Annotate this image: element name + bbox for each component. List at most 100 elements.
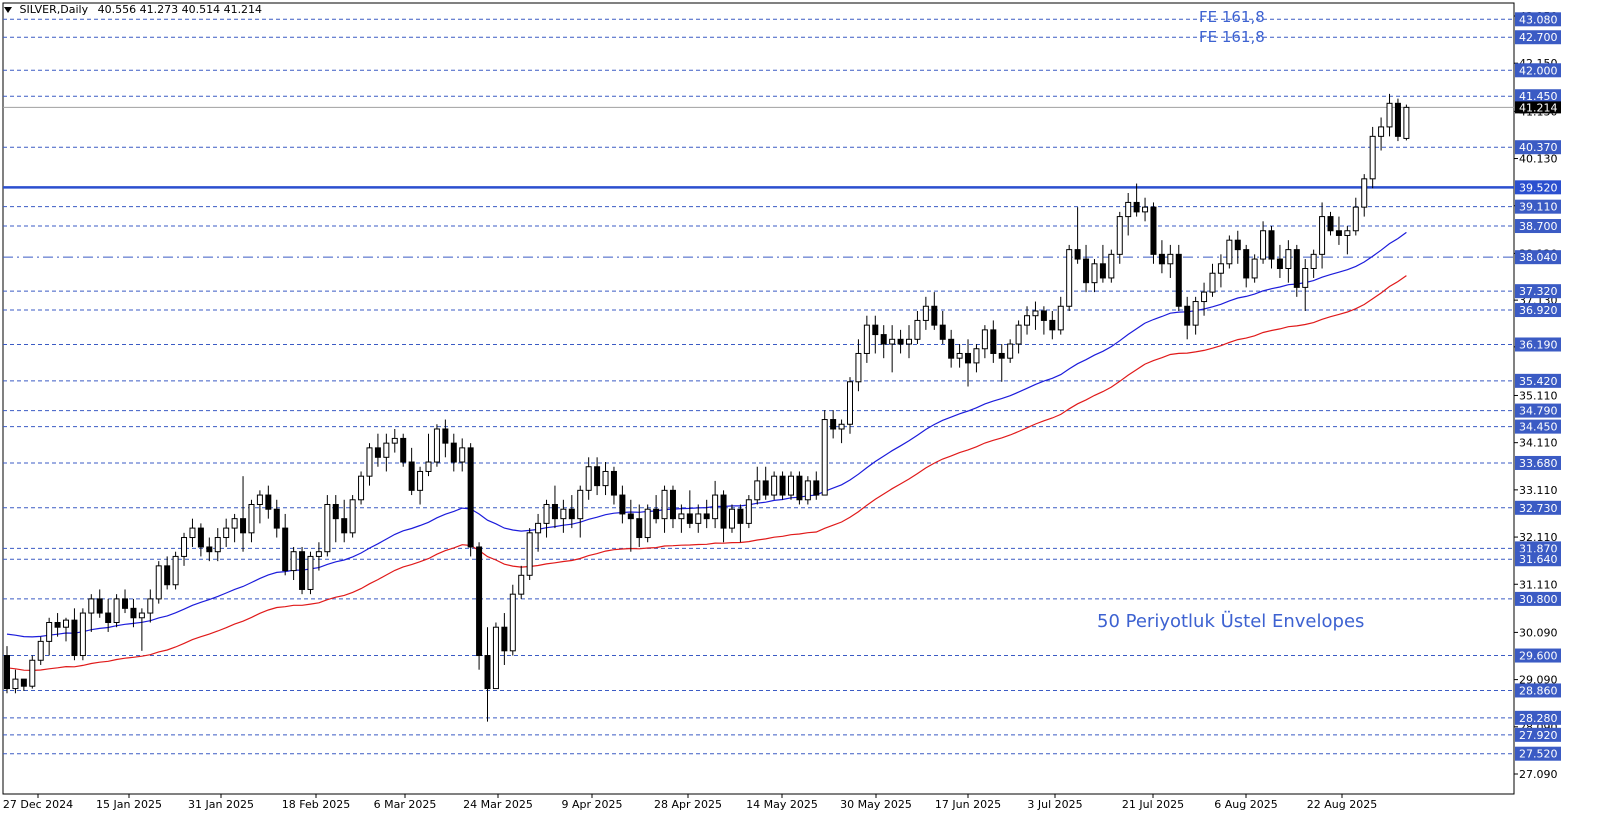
candle[interactable] — [804, 476, 811, 505]
candle-body — [433, 428, 440, 463]
y-tick-label: 33.110 — [1519, 484, 1558, 497]
candle[interactable] — [779, 471, 786, 500]
candle-body — [1260, 230, 1267, 260]
candle[interactable] — [172, 551, 179, 590]
candle[interactable] — [1108, 249, 1115, 283]
candle[interactable] — [307, 551, 314, 595]
candle-body — [315, 551, 322, 557]
candle-body — [105, 612, 112, 623]
candle-body — [29, 659, 36, 687]
candle-body — [282, 527, 289, 572]
candle-body — [509, 593, 516, 652]
candle[interactable] — [155, 561, 162, 604]
level-price-label: 29.600 — [1519, 650, 1558, 663]
candle-body — [417, 470, 424, 491]
candle[interactable] — [1226, 235, 1233, 269]
level-price-label: 40.370 — [1519, 141, 1558, 154]
candle-body — [1386, 102, 1393, 128]
x-tick-label: 28 Apr 2025 — [654, 798, 722, 811]
candle-body — [653, 508, 660, 520]
candle[interactable] — [1394, 98, 1401, 142]
candle[interactable] — [433, 424, 440, 467]
candle-body — [535, 522, 542, 534]
candle[interactable] — [467, 443, 474, 557]
level-price-label: 35.420 — [1519, 375, 1558, 388]
candle[interactable] — [787, 471, 794, 500]
candle-body — [779, 475, 786, 496]
candle[interactable] — [1175, 244, 1182, 311]
candle-body — [897, 338, 904, 345]
candle-body — [568, 508, 575, 520]
candle[interactable] — [796, 471, 803, 505]
candle-body — [37, 640, 44, 661]
candle-body — [240, 518, 247, 534]
candle-body — [12, 678, 19, 690]
candle-body — [223, 527, 230, 539]
candle-body — [1091, 263, 1098, 284]
candle[interactable] — [113, 594, 120, 628]
candle[interactable] — [1251, 254, 1258, 283]
chart-root: 43.15042.15041.13040.13039.13038.12037.1… — [0, 0, 1614, 840]
candle-body — [450, 442, 457, 463]
candle-body — [442, 428, 449, 444]
y-tick-label: 31.110 — [1519, 578, 1558, 591]
candle[interactable] — [299, 546, 306, 595]
candle-body — [686, 513, 693, 524]
candle-body — [543, 503, 550, 524]
candle-body — [1268, 230, 1275, 260]
candle-body — [813, 480, 820, 496]
candle-body — [501, 626, 508, 652]
x-tick-label: 30 May 2025 — [840, 798, 912, 811]
level-price-label: 31.640 — [1519, 553, 1558, 566]
y-tick-label: 40.130 — [1519, 153, 1558, 166]
x-tick-label: 3 Jul 2025 — [1027, 798, 1082, 811]
candle-body — [636, 518, 643, 539]
candle-body — [1007, 343, 1014, 359]
candle[interactable] — [37, 636, 44, 665]
candle[interactable] — [29, 655, 36, 689]
candle[interactable] — [476, 542, 483, 670]
candle-body — [796, 475, 803, 501]
candle-body — [1158, 253, 1165, 265]
candle-body — [164, 565, 171, 586]
candle[interactable] — [1066, 244, 1073, 311]
candle-body — [863, 324, 870, 354]
x-tick-label: 18 Feb 2025 — [282, 798, 350, 811]
candle[interactable] — [492, 622, 499, 690]
candle-body — [1234, 239, 1241, 251]
candlestick-chart[interactable]: 43.15042.15041.13040.13039.13038.12037.1… — [0, 0, 1614, 840]
candle-body — [307, 555, 314, 590]
candle-body — [804, 480, 811, 501]
candle[interactable] — [1150, 202, 1157, 264]
candle[interactable] — [400, 433, 407, 467]
price-axis[interactable]: 43.15042.15041.13040.13039.13038.12037.1… — [1514, 10, 1561, 781]
candle-body — [518, 574, 525, 595]
level-price-label: 43.080 — [1519, 13, 1558, 26]
candle-body — [299, 551, 306, 590]
candle-body — [1066, 249, 1073, 307]
candle[interactable] — [526, 528, 533, 581]
candle-body — [71, 619, 78, 657]
candle[interactable] — [358, 471, 365, 505]
candle[interactable] — [745, 495, 752, 529]
candle[interactable] — [79, 608, 86, 661]
time-axis[interactable]: 27 Dec 2024 15 Jan 2025 31 Jan 2025 18 Feb … — [3, 794, 1377, 811]
candle-body — [172, 555, 179, 586]
candle-body — [585, 466, 592, 491]
candle[interactable] — [349, 495, 356, 538]
triangle-down-icon[interactable] — [4, 7, 12, 13]
candle[interactable] — [644, 504, 651, 543]
candle[interactable] — [821, 410, 828, 496]
candle[interactable] — [771, 471, 778, 500]
candle[interactable] — [1369, 126, 1376, 189]
candle-body — [1083, 258, 1090, 284]
candle-body — [965, 352, 972, 364]
candle-body — [1327, 216, 1334, 232]
candle-body — [459, 447, 466, 463]
candle[interactable] — [509, 584, 516, 656]
candle[interactable] — [324, 495, 331, 557]
candle[interactable] — [728, 504, 735, 533]
candle[interactable] — [1403, 104, 1410, 141]
candle-body — [1344, 230, 1351, 236]
x-tick-label: 21 Jul 2025 — [1122, 798, 1184, 811]
